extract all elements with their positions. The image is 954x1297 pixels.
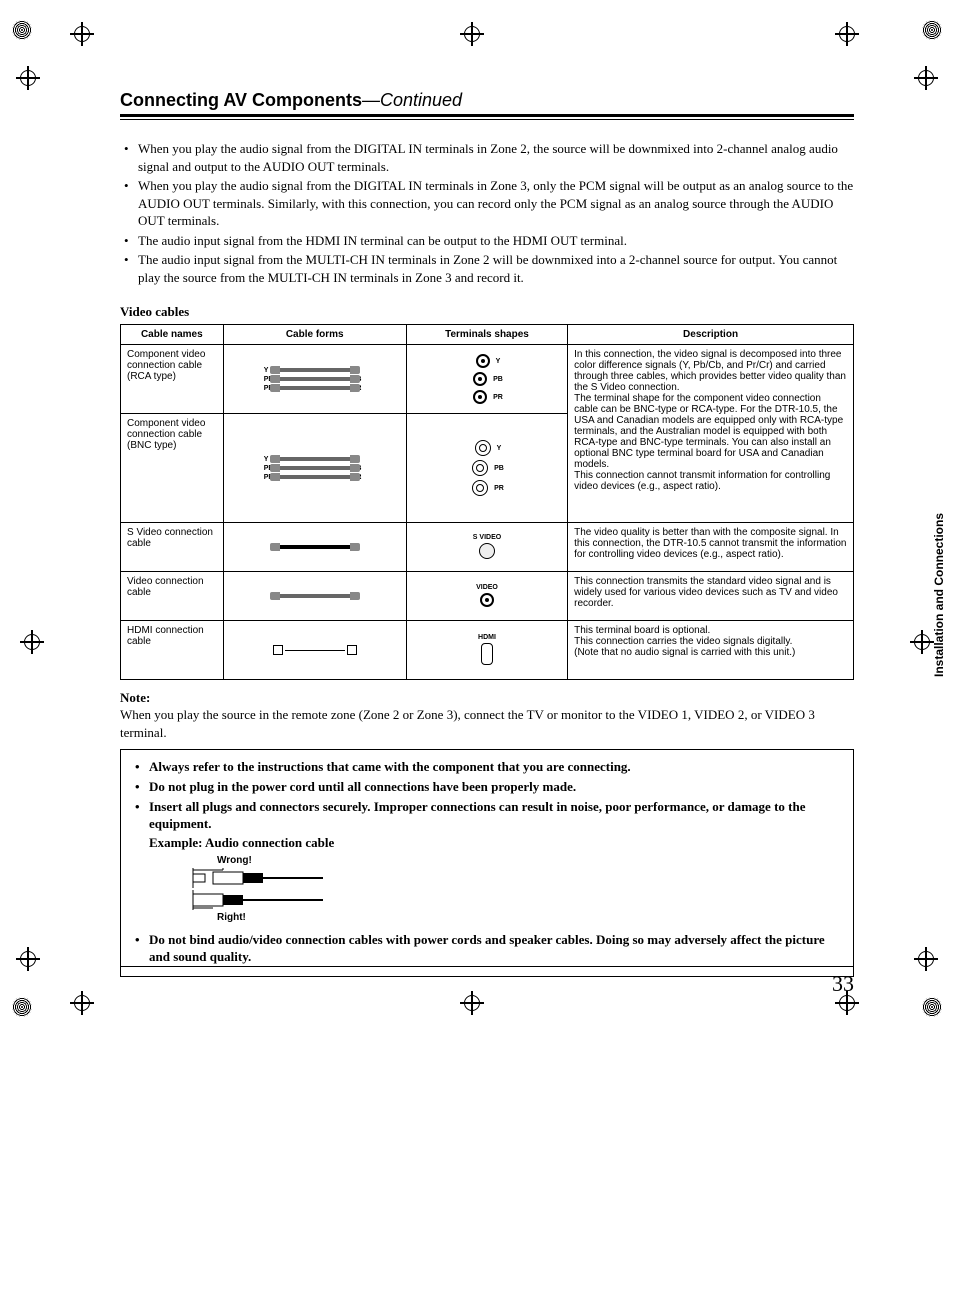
note-label: Note: xyxy=(120,690,854,706)
rule-thin xyxy=(120,119,854,120)
bullet-item: When you play the audio signal from the … xyxy=(138,140,854,175)
svideo-cable-icon xyxy=(230,527,400,567)
composite-terminal-icon: VIDEO xyxy=(413,576,561,616)
rca-component-cable-icon: YY PBPB PRPR xyxy=(230,349,400,409)
page-heading: Connecting AV Components—Continued xyxy=(120,90,854,111)
heading-title: Connecting AV Components xyxy=(120,90,362,110)
table-row: Component video connection cable (RCA ty… xyxy=(121,345,854,414)
bullet-item: When you play the audio signal from the … xyxy=(138,177,854,230)
cable-name-cell: Component video connection cable (BNC ty… xyxy=(121,414,224,523)
terminal-shape-cell: Y PB PR xyxy=(406,414,567,523)
description-cell: This connection transmits the standard v… xyxy=(568,572,854,621)
video-cables-table: Cable names Cable forms Terminals shapes… xyxy=(120,324,854,680)
table-row: HDMI connection cable HDMI xyxy=(121,621,854,680)
video-cables-heading: Video cables xyxy=(120,304,854,320)
cable-name-cell: HDMI connection cable xyxy=(121,621,224,680)
warning-box: Always refer to the instructions that ca… xyxy=(120,749,854,976)
bnc-component-cable-icon: YY PBPB PRPR xyxy=(230,418,400,518)
cable-name-cell: Component video connection cable (RCA ty… xyxy=(121,345,224,414)
th-cable-names: Cable names xyxy=(121,325,224,345)
description-cell: In this connection, the video signal is … xyxy=(568,345,854,523)
table-row: S Video connection cable S VIDEO The vid… xyxy=(121,523,854,572)
description-cell: The video quality is better than with th… xyxy=(568,523,854,572)
cable-form-cell: YY PBPB PRPR xyxy=(223,345,406,414)
cable-name-cell: S Video connection cable xyxy=(121,523,224,572)
wrong-label: Wrong! xyxy=(217,855,252,866)
th-terminal-shapes: Terminals shapes xyxy=(406,325,567,345)
svideo-terminal-icon: S VIDEO xyxy=(413,527,561,567)
wrong-plug-icon xyxy=(173,868,323,888)
cable-form-cell xyxy=(223,621,406,680)
hdmi-cable-icon xyxy=(230,625,400,675)
cable-form-cell xyxy=(223,572,406,621)
th-description: Description xyxy=(568,325,854,345)
terminal-shape-cell: HDMI xyxy=(406,621,567,680)
th-cable-forms: Cable forms xyxy=(223,325,406,345)
cable-form-cell xyxy=(223,523,406,572)
note-text: When you play the source in the remote z… xyxy=(120,706,854,741)
terminal-shape-cell: Y PB PR xyxy=(406,345,567,414)
bullet-item: The audio input signal from the MULTI-CH… xyxy=(138,251,854,286)
composite-cable-icon xyxy=(230,576,400,616)
bullet-item: The audio input signal from the HDMI IN … xyxy=(138,232,854,250)
heading-suffix: —Continued xyxy=(362,90,462,110)
rule-thick xyxy=(120,114,854,117)
warning-item: Insert all plugs and connectors securely… xyxy=(149,798,841,833)
cable-form-cell: YY PBPB PRPR xyxy=(223,414,406,523)
intro-bullets: When you play the audio signal from the … xyxy=(120,140,854,286)
warning-item: Do not plug in the power cord until all … xyxy=(149,778,841,796)
footer-rule xyxy=(120,966,854,967)
example-label: Example: Audio connection cable xyxy=(149,835,841,851)
bnc-terminal-icon: Y PB PR xyxy=(413,418,561,518)
hdmi-terminal-icon: HDMI xyxy=(413,625,561,675)
terminal-shape-cell: S VIDEO xyxy=(406,523,567,572)
cable-name-cell: Video connection cable xyxy=(121,572,224,621)
description-cell: This terminal board is optional. This co… xyxy=(568,621,854,680)
rca-terminal-icon: Y PB PR xyxy=(413,349,561,409)
page-number: 33 xyxy=(832,971,854,997)
terminal-shape-cell: VIDEO xyxy=(406,572,567,621)
connection-example-diagram: Wrong! xyxy=(173,855,841,923)
warning-item: Always refer to the instructions that ca… xyxy=(149,758,841,776)
right-plug-icon xyxy=(173,890,323,910)
warning-item: Do not bind audio/video connection cable… xyxy=(149,931,841,966)
table-row: Video connection cable VIDEO This connec… xyxy=(121,572,854,621)
right-label: Right! xyxy=(217,912,246,923)
